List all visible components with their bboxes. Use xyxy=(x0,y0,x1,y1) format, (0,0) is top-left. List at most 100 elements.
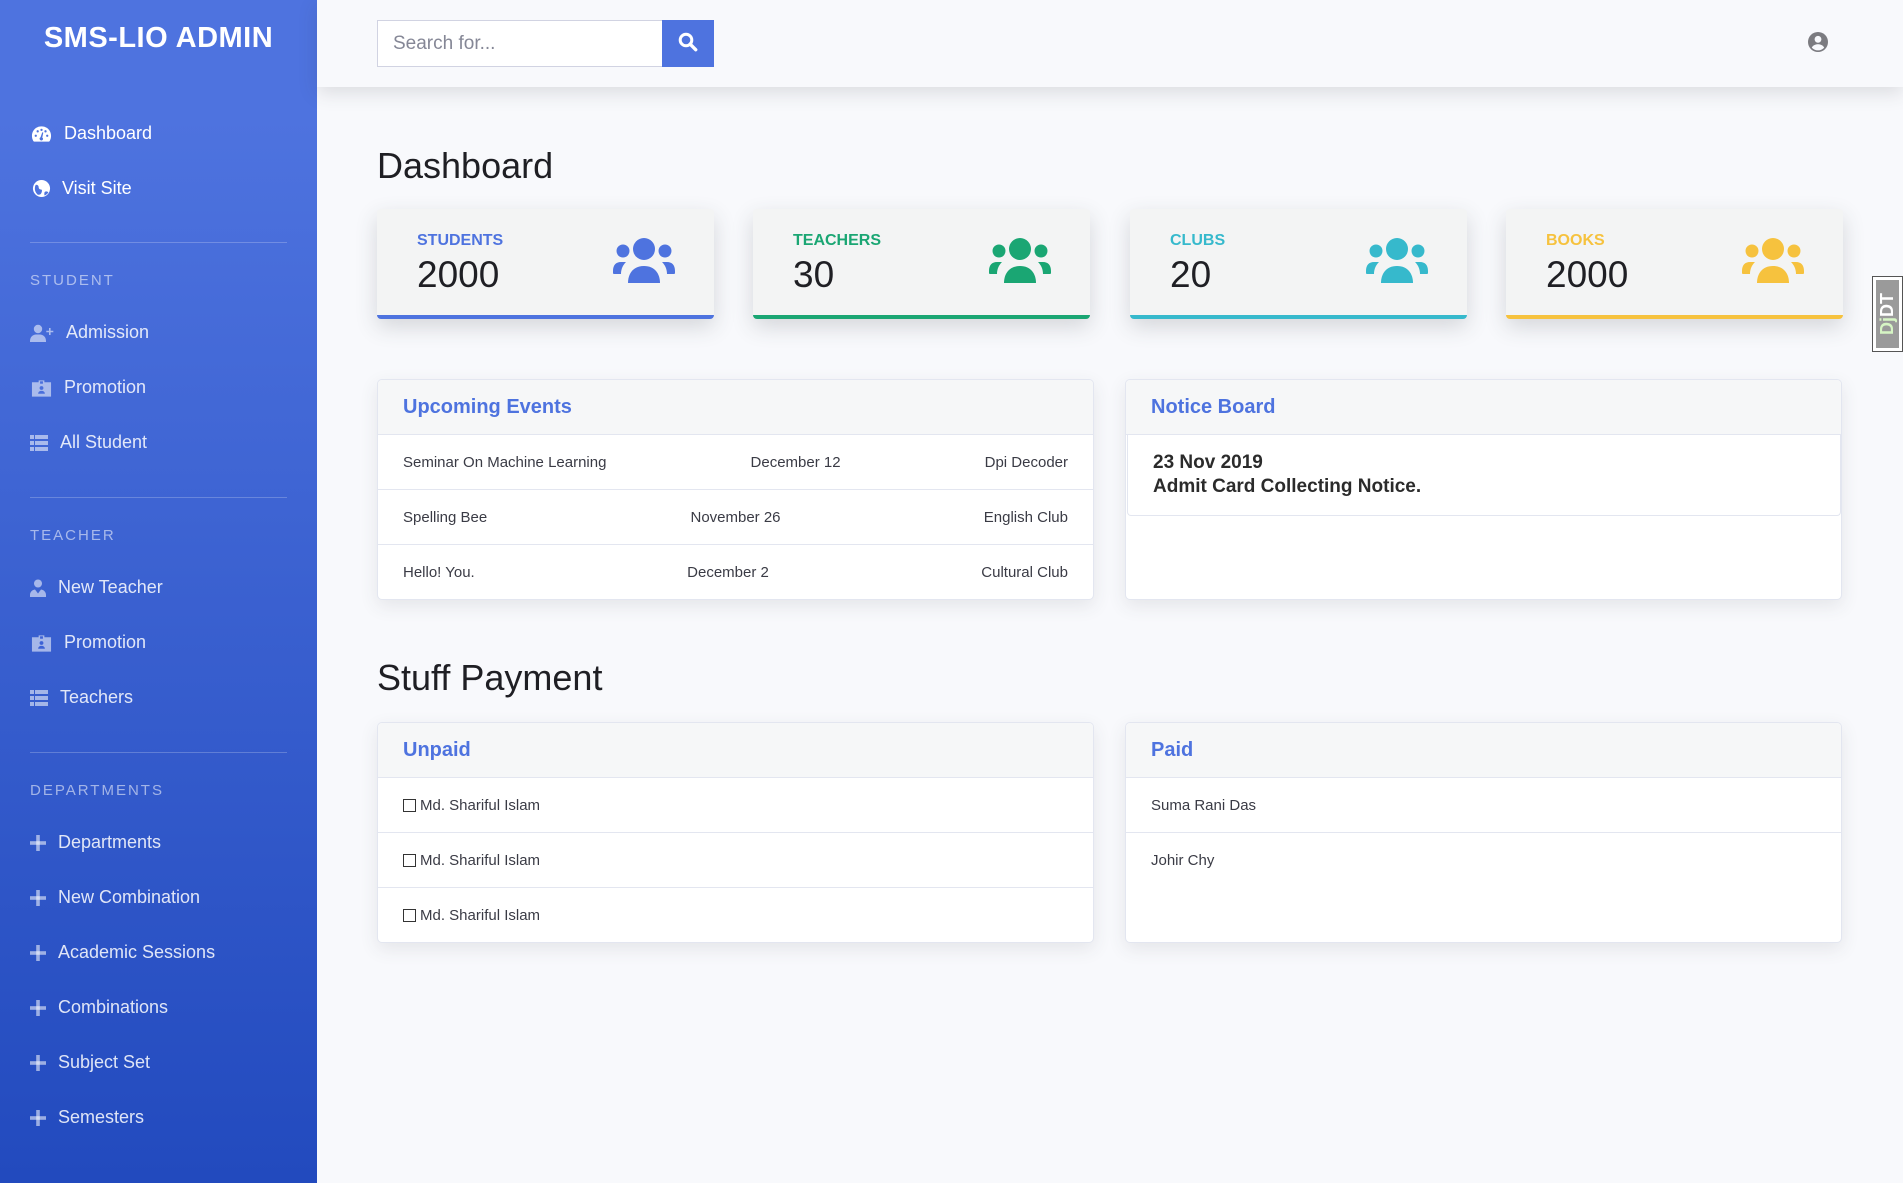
sidebar-item-all-student[interactable]: All Student xyxy=(30,432,147,453)
debug-toolbar-label-dt: DT xyxy=(1877,293,1897,317)
sidebar-item-subject-set[interactable]: Subject Set xyxy=(30,1052,150,1073)
event-name: Spelling Bee xyxy=(403,508,488,526)
sidebar-item-label: Semesters xyxy=(58,1107,145,1127)
stat-value: 2000 xyxy=(1546,254,1629,295)
stat-value: 30 xyxy=(793,254,835,295)
staff-name: Md. Shariful Islam xyxy=(420,796,541,814)
notice-item[interactable]: 23 Nov 2019 Admit Card Collecting Notice… xyxy=(1127,435,1841,516)
sidebar-item-visit-site[interactable]: Visit Site xyxy=(30,178,132,199)
staff-name: Md. Shariful Islam xyxy=(420,907,541,924)
sidebar-item-admission[interactable]: Admission xyxy=(30,322,149,343)
unpaid-item[interactable]: Md. Shariful Islam xyxy=(403,852,540,869)
sidebar: SMS-LIO ADMIN Dashboard Visit Site Stude… xyxy=(0,0,317,1183)
staff-name: Johir Chy xyxy=(1151,852,1215,869)
event-row[interactable]: Hello! You. December 2 Cultural Club xyxy=(378,545,1093,599)
unpaid-checkbox[interactable] xyxy=(403,798,416,812)
sidebar-item-label: Promotion xyxy=(64,377,147,397)
event-date: November 26 xyxy=(690,508,781,526)
sidebar-item-label: Academic Sessions xyxy=(58,942,216,962)
stat-label: Books xyxy=(1546,232,1605,249)
sidebar-item-new-teacher[interactable]: New Teacher xyxy=(30,577,163,598)
sidebar-item-label: All Student xyxy=(60,432,148,452)
sidebar-item-departments[interactable]: Departments xyxy=(30,832,161,853)
panel-title: Upcoming Events xyxy=(378,380,1093,435)
staff-name: Md. Shariful Islam xyxy=(420,851,541,869)
stat-value: 20 xyxy=(1170,254,1212,295)
stat-value: 2000 xyxy=(417,254,500,295)
search-icon xyxy=(678,32,698,55)
sidebar-item-label: Departments xyxy=(58,832,162,852)
sidebar-item-teacher-promotion[interactable]: Promotion xyxy=(30,632,146,653)
event-date: December 2 xyxy=(687,564,769,581)
unpaid-checkbox[interactable] xyxy=(403,909,416,922)
page-title: Dashboard xyxy=(377,145,554,186)
search-input[interactable] xyxy=(377,20,662,67)
paid-row[interactable]: Johir Chy xyxy=(1126,833,1841,888)
tachometer-icon xyxy=(30,124,52,144)
unpaid-row: Md. Shariful Islam xyxy=(378,778,1093,833)
sidebar-item-label: Dashboard xyxy=(64,123,153,143)
sidebar-item-label: New Combination xyxy=(58,887,201,907)
sidebar-item-teachers[interactable]: Teachers xyxy=(30,687,133,708)
user-plus-icon xyxy=(30,323,54,343)
staff-name: Suma Rani Das xyxy=(1151,796,1257,814)
sidebar-item-student-promotion[interactable]: Promotion xyxy=(30,377,146,398)
sidebar-divider xyxy=(30,497,287,498)
user-circle-icon[interactable] xyxy=(1807,31,1829,53)
sidebar-item-label: Visit Site xyxy=(62,178,132,198)
sidebar-item-label: New Teacher xyxy=(58,577,163,597)
event-club: Dpi Decoder xyxy=(984,453,1068,471)
stat-card-books[interactable]: Books 2000 xyxy=(1506,209,1843,319)
users-icon xyxy=(989,237,1051,285)
sidebar-item-dashboard[interactable]: Dashboard xyxy=(30,123,152,144)
plus-icon xyxy=(30,888,46,908)
plus-icon xyxy=(30,1108,46,1128)
debug-toolbar-handle[interactable]: Dj DT xyxy=(1872,276,1903,352)
event-name: Hello! You. xyxy=(403,564,475,581)
paid-panel: Paid Suma Rani Das Johir Chy xyxy=(1125,722,1842,943)
sidebar-item-label: Teachers xyxy=(60,687,134,707)
event-club: Cultural Club xyxy=(981,564,1068,581)
topbar xyxy=(317,0,1903,87)
sidebar-item-combinations[interactable]: Combinations xyxy=(30,997,168,1018)
sidebar-item-academic-sessions[interactable]: Academic Sessions xyxy=(30,942,215,963)
plus-icon xyxy=(30,1053,46,1073)
sidebar-item-label: Subject Set xyxy=(58,1052,151,1072)
paid-row[interactable]: Suma Rani Das xyxy=(1126,778,1841,833)
search-button[interactable] xyxy=(662,20,714,67)
upcoming-events-panel: Upcoming Events Seminar On Machine Learn… xyxy=(377,379,1094,600)
notice-board-panel: Notice Board 23 Nov 2019 Admit Card Coll… xyxy=(1125,379,1842,600)
brand-logo[interactable]: SMS-LIO ADMIN xyxy=(0,22,317,55)
panel-title: Notice Board xyxy=(1126,380,1841,435)
sidebar-divider xyxy=(30,752,287,753)
sidebar-item-new-combination[interactable]: New Combination xyxy=(30,887,200,908)
event-row[interactable]: Spelling Bee November 26 English Club xyxy=(378,490,1093,545)
user-tie-icon xyxy=(30,578,46,598)
stat-card-teachers[interactable]: Teachers 30 xyxy=(753,209,1090,319)
sidebar-heading-teacher: Teacher xyxy=(30,527,116,544)
event-name: Seminar On Machine Learning xyxy=(403,453,607,471)
notice-text: Admit Card Collecting Notice. xyxy=(1153,476,1422,497)
sidebar-item-semesters[interactable]: Semesters xyxy=(30,1107,144,1128)
event-date: December 12 xyxy=(750,453,841,471)
users-icon xyxy=(613,237,675,285)
sidebar-heading-departments: Departments xyxy=(30,782,164,799)
section-title-stuff-payment: Stuff Payment xyxy=(377,657,603,698)
sidebar-heading-student: Student xyxy=(30,272,115,289)
globe-icon xyxy=(30,179,52,199)
stat-card-students[interactable]: Students 2000 xyxy=(377,209,714,319)
sidebar-item-label: Admission xyxy=(66,322,150,342)
unpaid-checkbox[interactable] xyxy=(403,853,416,867)
panel-title: Unpaid xyxy=(378,723,1093,778)
unpaid-item[interactable]: Md. Shariful Islam xyxy=(403,797,540,814)
stat-card-clubs[interactable]: Clubs 20 xyxy=(1130,209,1467,319)
unpaid-item[interactable]: Md. Shariful Islam xyxy=(403,907,540,924)
stat-label: Clubs xyxy=(1170,232,1226,249)
sidebar-item-label: Combinations xyxy=(58,997,169,1017)
event-row[interactable]: Seminar On Machine Learning December 12 … xyxy=(378,435,1093,490)
table-list-icon xyxy=(30,688,48,708)
plus-icon xyxy=(30,998,46,1018)
stat-label: Students xyxy=(417,232,504,249)
unpaid-row: Md. Shariful Islam xyxy=(378,888,1093,942)
id-badge-icon xyxy=(30,378,52,398)
